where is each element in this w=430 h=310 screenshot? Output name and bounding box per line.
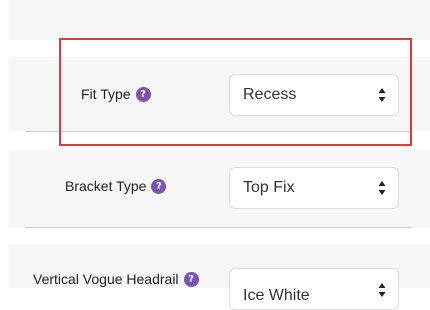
top-section-band xyxy=(9,0,430,40)
bracket-type-label-group: Bracket Type ? xyxy=(65,178,167,194)
headrail-select[interactable]: Ice White xyxy=(229,268,399,310)
fit-type-select[interactable]: Recess xyxy=(229,74,399,116)
fit-type-selected-value: Recess xyxy=(243,86,297,103)
fit-type-label-group: Fit Type ? xyxy=(81,86,151,102)
bracket-type-label: Bracket Type xyxy=(65,178,147,194)
row-divider xyxy=(25,131,412,132)
headrail-label: Vertical Vogue Headrail xyxy=(33,271,179,287)
headrail-label-group: Vertical Vogue Headrail ? xyxy=(33,271,199,287)
help-icon[interactable]: ? xyxy=(151,178,167,194)
bracket-type-selected-value: Top Fix xyxy=(243,179,295,196)
select-arrows-icon xyxy=(378,88,386,102)
help-icon[interactable]: ? xyxy=(183,271,199,287)
help-icon[interactable]: ? xyxy=(135,86,151,102)
bracket-type-select[interactable]: Top Fix xyxy=(229,167,399,209)
fit-type-label: Fit Type xyxy=(81,86,131,102)
headrail-selected-value: Ice White xyxy=(243,287,310,304)
select-arrows-icon xyxy=(378,181,386,195)
row-divider xyxy=(25,227,412,228)
select-arrows-icon xyxy=(378,283,386,297)
